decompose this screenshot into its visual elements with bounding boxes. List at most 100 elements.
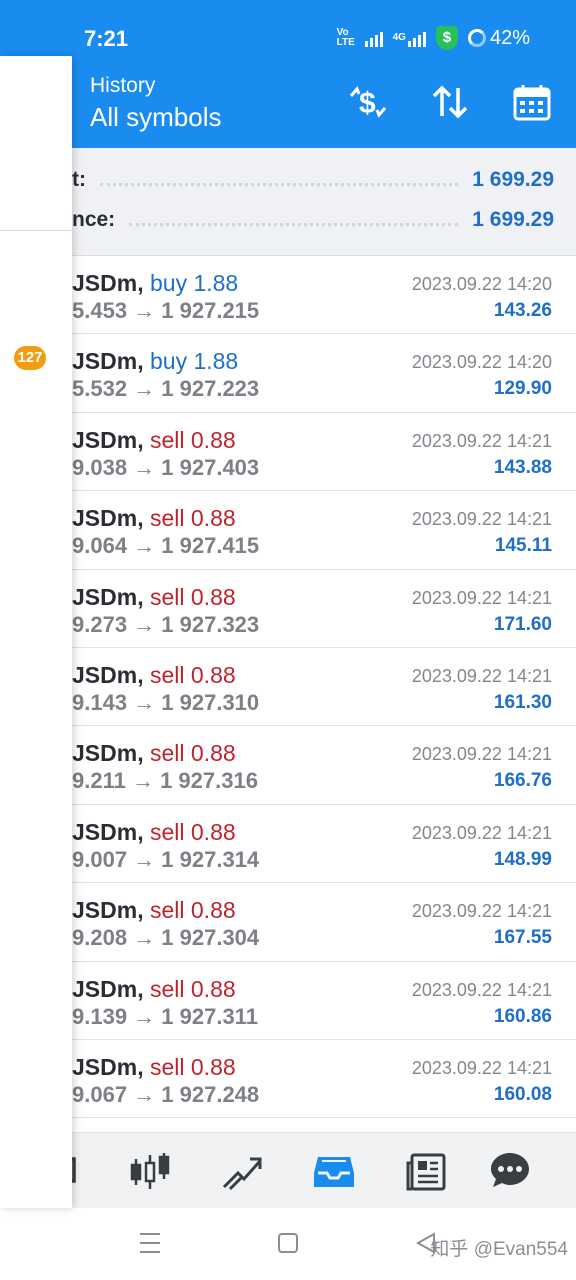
deal-prices: 9.064 → 1 927.415 <box>72 533 260 559</box>
deal-time: 2023.09.22 14:21 <box>411 587 552 608</box>
deal-profit: 160.86 <box>493 1005 552 1027</box>
deal-symbol: JSDm, <box>72 270 144 296</box>
deal-side: sell 0.88 <box>149 1053 236 1080</box>
deal-time: 2023.09.22 14:21 <box>411 665 552 686</box>
deal-symbol: JSDm, <box>72 426 144 453</box>
app-bar: History All symbols $ <box>0 56 576 148</box>
history-summary: t: 1 699.29 nce: 1 699.29 <box>0 148 576 256</box>
deal-profit: 145.11 <box>494 535 552 557</box>
deal-row[interactable]: JSDm, buy 1.88 5.453 → 1 927.215 2023.09… <box>0 256 576 335</box>
deal-profit: 129.90 <box>493 378 552 400</box>
deal-prices: 9.273 → 1 927.323 <box>72 611 260 637</box>
sort-icon[interactable] <box>428 80 472 124</box>
battery-level: 42% <box>489 26 530 49</box>
deal-time: 2023.09.22 14:21 <box>411 979 552 1000</box>
deal-side: buy 1.88 <box>149 348 239 375</box>
deal-profit: 160.08 <box>493 1083 552 1105</box>
page-title[interactable]: All symbols <box>90 102 221 133</box>
battery-icon <box>467 29 486 47</box>
deal-side: buy 1.88 <box>149 270 239 296</box>
deal-row[interactable]: JSDm, buy 1.88 5.532 → 1 927.223 2023.09… <box>0 334 576 413</box>
deal-time: 2023.09.22 14:21 <box>411 1057 552 1078</box>
deal-profit: 143.26 <box>493 300 552 321</box>
summary-row-balance: nce: 1 699.29 <box>72 202 554 238</box>
chart-icon[interactable] <box>126 1147 174 1195</box>
trade-icon[interactable] <box>218 1147 266 1195</box>
signal-icon <box>364 29 383 47</box>
deal-prices: 5.453 → 1 927.215 <box>72 298 260 323</box>
summary-label: t: <box>72 168 86 191</box>
deal-time: 2023.09.22 14:21 <box>411 822 552 843</box>
deal-row[interactable]: JSDm, sell 0.88 9.211 → 1 927.316 2023.0… <box>0 726 576 805</box>
deal-profit: 143.88 <box>493 456 552 478</box>
deal-symbol: JSDm, <box>72 1053 144 1080</box>
deal-profit: 171.60 <box>493 613 552 635</box>
deal-time: 2023.09.22 14:21 <box>411 901 552 922</box>
volte-icon: Vo LTE <box>336 27 355 48</box>
deal-side: sell 0.88 <box>149 975 236 1002</box>
dotted-leader <box>100 174 459 186</box>
deal-side: sell 0.88 <box>149 583 236 610</box>
bottom-nav <box>0 1132 576 1208</box>
deal-symbol: JSDm, <box>72 348 144 375</box>
summary-row-profit: t: 1 699.29 <box>72 162 554 198</box>
notification-badge: 127 <box>14 346 46 370</box>
calendar-icon[interactable] <box>510 80 554 124</box>
deal-profit: 148.99 <box>493 848 552 870</box>
home-icon[interactable] <box>276 1230 300 1261</box>
deal-time: 2023.09.22 14:20 <box>411 352 552 373</box>
side-drawer[interactable]: 127 <box>0 56 72 1208</box>
deal-time: 2023.09.22 14:21 <box>411 430 552 451</box>
summary-label: nce: <box>72 208 116 231</box>
history-icon[interactable] <box>310 1147 358 1195</box>
deal-row[interactable]: JSDm, sell 0.88 9.273 → 1 927.323 2023.0… <box>0 569 576 648</box>
deal-symbol: JSDm, <box>72 661 144 688</box>
deal-prices: 9.143 → 1 927.310 <box>72 689 260 715</box>
deal-profit: 166.76 <box>493 770 552 792</box>
security-shield-icon: $ <box>435 26 458 50</box>
network-type-icon: 4G <box>392 32 406 43</box>
deal-profit: 167.55 <box>493 927 552 949</box>
status-time: 7:21 <box>84 26 129 51</box>
summary-value: 1 699.29 <box>472 168 554 191</box>
deal-row[interactable]: JSDm, sell 0.88 9.208 → 1 927.304 2023.0… <box>0 883 576 962</box>
deal-side: sell 0.88 <box>149 661 236 688</box>
deal-prices: 9.007 → 1 927.314 <box>72 846 260 872</box>
deal-time: 2023.09.22 14:21 <box>411 744 552 765</box>
deal-prices: 9.038 → 1 927.403 <box>72 454 260 480</box>
page-subtitle: History <box>90 74 156 97</box>
drawer-divider <box>0 230 72 231</box>
deal-row[interactable]: JSDm, sell 0.88 9.139 → 1 927.311 2023.0… <box>0 961 576 1040</box>
deal-row[interactable]: JSDm, sell 0.88 9.064 → 1 927.415 2023.0… <box>0 491 576 570</box>
deal-side: sell 0.88 <box>149 897 236 924</box>
deal-symbol: JSDm, <box>72 818 144 845</box>
summary-value: 1 699.29 <box>472 208 554 231</box>
signal-icon-2 <box>407 29 426 47</box>
deal-row[interactable]: JSDm, sell 0.88 9.143 → 1 927.310 2023.0… <box>0 647 576 727</box>
deal-prices: 9.067 → 1 927.248 <box>72 1081 260 1107</box>
deal-side: sell 0.88 <box>149 505 236 532</box>
deal-side: sell 0.88 <box>149 740 236 767</box>
news-icon[interactable] <box>402 1147 450 1195</box>
deal-time: 2023.09.22 14:21 <box>411 509 552 530</box>
dotted-leader <box>129 214 459 226</box>
deal-row[interactable]: JSDm, sell 0.88 9.038 → 1 927.403 2023.0… <box>0 412 576 492</box>
deal-side: sell 0.88 <box>149 818 236 845</box>
status-icons: Vo LTE 4G $ 42% <box>337 26 530 50</box>
deal-profit: 161.30 <box>493 691 552 713</box>
deal-symbol: JSDm, <box>72 505 144 532</box>
deal-prices: 9.139 → 1 927.311 <box>72 1003 258 1029</box>
deal-symbol: JSDm, <box>72 740 144 767</box>
deal-row[interactable]: JSDm, sell 0.88 9.067 → 1 927.248 2023.0… <box>0 1039 576 1119</box>
deals-list: JSDm, buy 1.88 5.453 → 1 927.215 2023.09… <box>0 256 576 1119</box>
deal-prices: 5.532 → 1 927.223 <box>72 376 260 402</box>
messages-icon[interactable] <box>486 1147 534 1195</box>
deal-time: 2023.09.22 14:20 <box>411 274 552 294</box>
deal-symbol: JSDm, <box>72 975 144 1002</box>
menu-icon[interactable] <box>138 1230 162 1261</box>
deal-prices: 9.211 → 1 927.316 <box>72 768 258 794</box>
deal-prices: 9.208 → 1 927.304 <box>72 925 260 951</box>
deal-row[interactable]: JSDm, sell 0.88 9.007 → 1 927.314 2023.0… <box>0 804 576 884</box>
deposit-withdraw-icon[interactable]: $ <box>346 80 390 124</box>
deal-symbol: JSDm, <box>72 897 144 924</box>
